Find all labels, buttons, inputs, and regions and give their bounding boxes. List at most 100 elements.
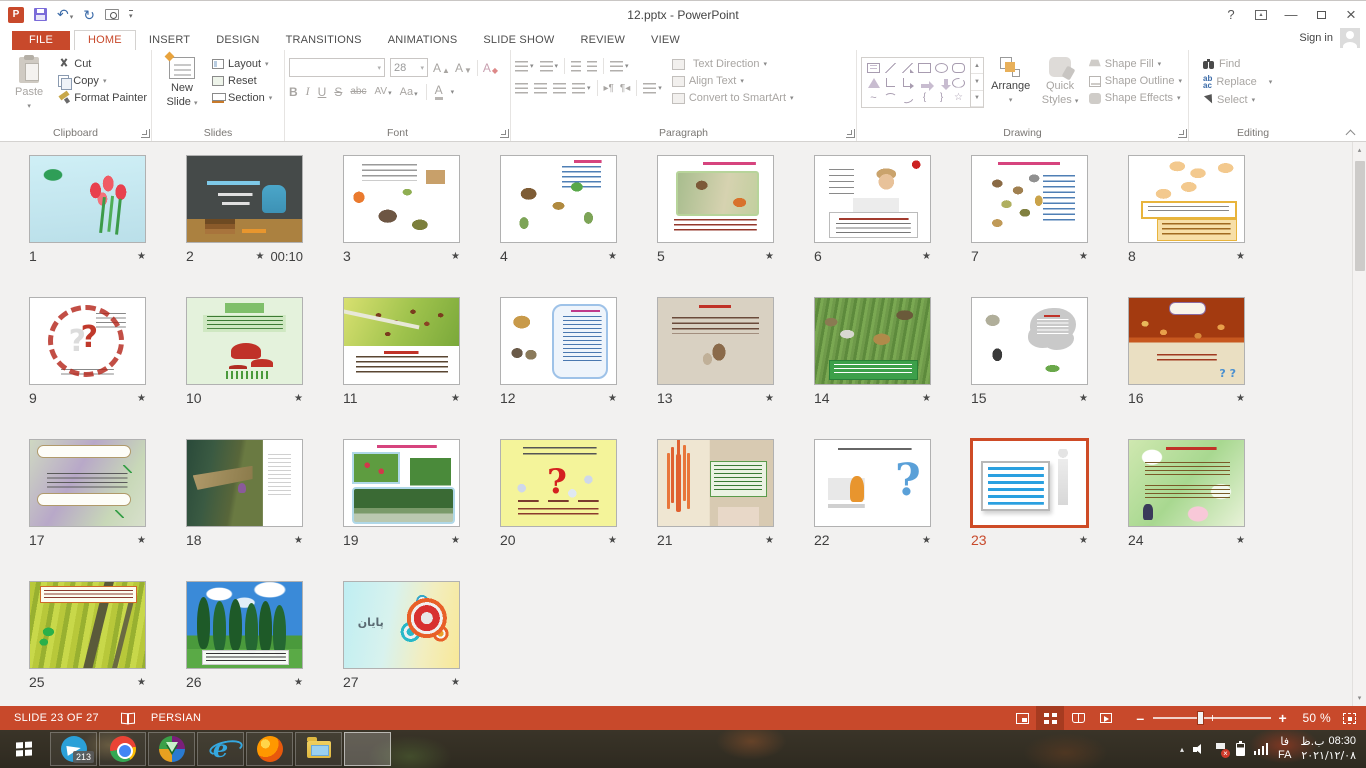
animation-star-icon[interactable]: ★ xyxy=(922,251,931,262)
taskbar-app-chrome[interactable] xyxy=(99,732,146,766)
tab-review[interactable]: REVIEW xyxy=(567,31,638,50)
left-to-right-button[interactable]: ▸¶ xyxy=(604,83,614,94)
slide-thumbnail-26[interactable] xyxy=(186,581,303,669)
help-button[interactable]: ? xyxy=(1216,1,1246,28)
font-color-dropdown-icon[interactable]: ▾ xyxy=(451,88,455,96)
new-slide-button[interactable]: NewSlide ▾ xyxy=(156,54,208,110)
slide-thumbnail-14[interactable] xyxy=(814,297,931,385)
paste-dropdown-icon[interactable]: ▾ xyxy=(27,103,31,112)
customize-qat-icon[interactable]: ▾ xyxy=(129,10,133,20)
shape-elbow-arrow-icon[interactable] xyxy=(903,78,912,87)
start-from-beginning-icon[interactable] xyxy=(105,9,119,20)
select-button[interactable]: Select▾ xyxy=(1203,94,1272,106)
tab-insert[interactable]: INSERT xyxy=(136,31,203,50)
italic-button[interactable]: I xyxy=(306,84,310,99)
slide-thumbnail-10[interactable] xyxy=(186,297,303,385)
slide-thumbnail-8[interactable] xyxy=(1128,155,1245,243)
shape-brace-left-icon[interactable]: { xyxy=(918,93,931,103)
taskbar-app-telegram[interactable]: 213 xyxy=(50,732,97,766)
paste-button[interactable]: Paste ▾ xyxy=(4,54,54,112)
strikethrough-button[interactable]: abc xyxy=(350,86,366,97)
volume-icon[interactable] xyxy=(1193,743,1206,755)
tab-design[interactable]: DESIGN xyxy=(203,31,272,50)
underline-button[interactable]: U xyxy=(318,85,327,99)
shape-textbox-icon[interactable] xyxy=(867,63,880,73)
bullets-button[interactable]: ▾ xyxy=(515,61,534,72)
animation-star-icon[interactable]: ★ xyxy=(1236,393,1245,404)
animation-star-icon[interactable]: ★ xyxy=(137,393,146,404)
slide-thumbnail-7[interactable] xyxy=(971,155,1088,243)
change-case-button[interactable]: Aa▾ xyxy=(400,86,418,98)
right-to-left-button[interactable]: ¶◂ xyxy=(620,83,630,94)
slide-thumbnail-24[interactable] xyxy=(1128,439,1245,527)
animation-star-icon[interactable]: ★ xyxy=(608,393,617,404)
clock[interactable]: ب.ظ08:30 ۲۰۲۱/۱۲/۰۸ xyxy=(1300,735,1356,763)
slide-thumbnail-6[interactable] xyxy=(814,155,931,243)
animation-star-icon[interactable]: ★ xyxy=(137,677,146,688)
shape-arc-icon[interactable] xyxy=(884,93,897,103)
decrease-indent-button[interactable] xyxy=(571,61,581,72)
scroll-down-icon[interactable]: ▾ xyxy=(1358,690,1362,706)
animation-star-icon[interactable]: ★ xyxy=(608,535,617,546)
tab-view[interactable]: VIEW xyxy=(638,31,693,50)
scroll-up-icon[interactable]: ▴ xyxy=(1358,142,1362,158)
font-dialog-launcher-icon[interactable] xyxy=(500,129,509,138)
replace-button[interactable]: abacReplace▾ xyxy=(1203,75,1272,89)
slide-thumbnail-9[interactable] xyxy=(29,297,146,385)
animation-star-icon[interactable]: ★ xyxy=(294,677,303,688)
slide-thumbnail-12[interactable] xyxy=(500,297,617,385)
character-spacing-button[interactable]: AV▾ xyxy=(374,86,391,97)
slide-thumbnail-19[interactable] xyxy=(343,439,460,527)
fit-to-window-icon[interactable] xyxy=(1343,713,1356,724)
slide-thumbnail-3[interactable] xyxy=(343,155,460,243)
align-left-button[interactable] xyxy=(515,83,528,94)
zoom-slider-thumb[interactable] xyxy=(1197,711,1204,725)
slide-thumbnail-11[interactable] xyxy=(343,297,460,385)
font-name-combobox[interactable]: ▾ xyxy=(289,58,385,77)
shape-round-rect-icon[interactable] xyxy=(952,63,965,73)
slide-thumbnail-23[interactable] xyxy=(971,439,1088,527)
scrollbar-thumb[interactable] xyxy=(1355,161,1365,271)
tab-slide-show[interactable]: SLIDE SHOW xyxy=(470,31,567,50)
columns-button[interactable]: ▾ xyxy=(643,83,662,94)
slide-thumbnail-18[interactable] xyxy=(186,439,303,527)
shape-brace-right-icon[interactable]: } xyxy=(935,93,948,103)
taskbar-app-firefox[interactable] xyxy=(246,732,293,766)
increase-indent-button[interactable] xyxy=(587,61,597,72)
cut-button[interactable]: Cut xyxy=(58,58,147,70)
shape-effects-button[interactable]: Shape Effects▾ xyxy=(1089,92,1182,104)
undo-dropdown-icon[interactable]: ▾ xyxy=(70,14,74,21)
vertical-scrollbar[interactable]: ▴ ▾ xyxy=(1352,142,1366,706)
save-icon[interactable] xyxy=(34,8,47,21)
reset-button[interactable]: Reset xyxy=(212,75,272,87)
zoom-slider[interactable] xyxy=(1153,717,1271,719)
close-button[interactable]: × xyxy=(1336,1,1366,28)
animation-star-icon[interactable]: ★ xyxy=(1236,535,1245,546)
power-icon[interactable] xyxy=(1236,743,1245,756)
clear-formatting-button[interactable]: A◆ xyxy=(483,61,498,75)
paragraph-dialog-launcher-icon[interactable] xyxy=(846,129,855,138)
tab-animations[interactable]: ANIMATIONS xyxy=(375,31,471,50)
shape-pie-icon[interactable] xyxy=(952,78,965,88)
animation-star-icon[interactable]: ★ xyxy=(451,535,460,546)
shape-oval-icon[interactable] xyxy=(935,63,948,73)
shape-outline-button[interactable]: Shape Outline▾ xyxy=(1089,75,1182,87)
animation-star-icon[interactable]: ★ xyxy=(922,535,931,546)
shape-rect-icon[interactable] xyxy=(918,63,931,73)
align-text-button[interactable]: Align Text▾ xyxy=(672,75,794,87)
shape-line-icon[interactable] xyxy=(884,63,897,73)
slide-thumbnail-15[interactable] xyxy=(971,297,1088,385)
undo-button[interactable]: ↶▾ xyxy=(57,6,73,24)
animation-star-icon[interactable]: ★ xyxy=(1236,251,1245,262)
copy-button[interactable]: Copy▾ xyxy=(58,75,147,87)
tab-transitions[interactable]: TRANSITIONS xyxy=(273,31,375,50)
spell-check-icon[interactable] xyxy=(121,713,135,723)
animation-star-icon[interactable]: ★ xyxy=(765,535,774,546)
language-indicator[interactable]: فا FA xyxy=(1278,735,1291,763)
tab-home[interactable]: HOME xyxy=(74,30,136,50)
slide-thumbnail-13[interactable] xyxy=(657,297,774,385)
animation-star-icon[interactable]: ★ xyxy=(451,251,460,262)
animation-star-icon[interactable]: ★ xyxy=(765,251,774,262)
redo-icon[interactable]: ↻ xyxy=(83,8,95,22)
numbering-button[interactable]: ▾ xyxy=(540,61,559,72)
